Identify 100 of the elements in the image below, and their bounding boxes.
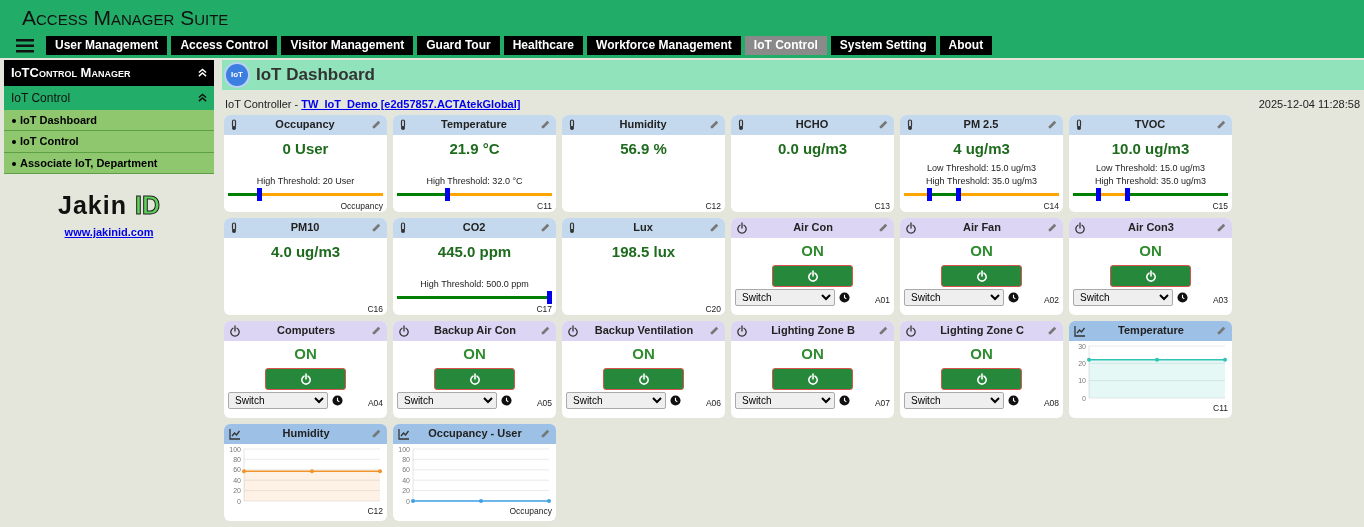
nav-tab[interactable]: About xyxy=(939,36,993,55)
edit-icon[interactable] xyxy=(1047,222,1058,233)
edit-icon[interactable] xyxy=(1047,325,1058,336)
thermometer-icon xyxy=(905,118,915,131)
card-title: PM10 xyxy=(289,220,321,236)
edit-icon[interactable] xyxy=(878,325,889,336)
power-button[interactable] xyxy=(941,265,1022,287)
card-title: HCHO xyxy=(794,117,830,133)
mode-dropdown[interactable]: Switch xyxy=(228,392,328,409)
clock-icon[interactable] xyxy=(670,395,681,406)
clock-icon[interactable] xyxy=(332,395,343,406)
power-button[interactable] xyxy=(941,368,1022,390)
threshold-slider[interactable] xyxy=(397,187,552,201)
edit-icon[interactable] xyxy=(709,119,720,130)
power-button[interactable] xyxy=(772,368,853,390)
nav-tab[interactable]: User Management xyxy=(46,36,168,55)
sidebar-item[interactable]: Associate IoT, Department xyxy=(4,152,214,174)
edit-icon[interactable] xyxy=(878,119,889,130)
switch-state: ON xyxy=(969,240,994,261)
power-icon xyxy=(299,373,312,385)
power-button[interactable] xyxy=(603,368,684,390)
threshold-slider[interactable] xyxy=(228,187,383,201)
mode-dropdown[interactable]: Switch xyxy=(1073,289,1173,306)
edit-icon[interactable] xyxy=(371,119,382,130)
switch-state: ON xyxy=(1138,240,1163,261)
threshold-text: Low Threshold: 15.0 ug/m3 xyxy=(926,161,1037,175)
controller-link[interactable]: TW_IoT_Demo [e2d57857.ACTAtekGlobal] xyxy=(301,98,521,110)
power-icon xyxy=(905,324,917,337)
edit-icon[interactable] xyxy=(1216,325,1227,336)
edit-icon[interactable] xyxy=(371,325,382,336)
slider-thumb[interactable] xyxy=(1125,187,1131,201)
sidebar-item[interactable]: IoT Control xyxy=(4,131,214,153)
edit-icon[interactable] xyxy=(709,222,720,233)
clock-icon[interactable] xyxy=(839,292,850,303)
sensor-value: 10.0 ug/m3 xyxy=(1110,138,1191,159)
edit-icon[interactable] xyxy=(878,222,889,233)
edit-icon[interactable] xyxy=(1047,119,1058,130)
slider-thumb[interactable] xyxy=(1095,187,1101,201)
sidebar-item[interactable]: IoT Dashboard xyxy=(4,109,214,131)
edit-icon[interactable] xyxy=(1216,222,1227,233)
chart-icon xyxy=(1074,324,1086,337)
clock-icon[interactable] xyxy=(501,395,512,406)
device-code: C14 xyxy=(1043,200,1059,211)
nav-tab[interactable]: System Setting xyxy=(830,36,936,55)
mode-dropdown[interactable]: Switch xyxy=(397,392,497,409)
nav-tab[interactable]: Healthcare xyxy=(503,36,584,55)
card-title: Temperature xyxy=(1117,323,1185,339)
section-header[interactable]: IoT Control xyxy=(4,85,214,110)
nav-tab[interactable]: Visitor Management xyxy=(281,36,414,55)
nav-tab[interactable]: Guard Tour xyxy=(417,36,500,55)
slider-thumb[interactable] xyxy=(926,187,932,201)
slider-thumb[interactable] xyxy=(257,187,262,201)
edit-icon[interactable] xyxy=(371,222,382,233)
switch-state: ON xyxy=(969,343,994,364)
clock-icon[interactable] xyxy=(1177,292,1188,303)
threshold-text: High Threshold: 32.0 °C xyxy=(425,174,524,188)
mode-dropdown[interactable]: Switch xyxy=(566,392,666,409)
sensor-value: 445.0 ppm xyxy=(436,241,513,262)
device-code: C16 xyxy=(367,303,383,314)
clock-icon[interactable] xyxy=(839,395,850,406)
power-button[interactable] xyxy=(434,368,515,390)
mode-dropdown[interactable]: Switch xyxy=(735,289,835,306)
card-title: Lighting Zone C xyxy=(939,323,1025,339)
edit-icon[interactable] xyxy=(371,428,382,439)
card-title: CO2 xyxy=(461,220,487,236)
threshold-slider[interactable] xyxy=(1073,187,1228,201)
mode-dropdown[interactable]: Switch xyxy=(904,392,1004,409)
clock-icon[interactable] xyxy=(1008,292,1019,303)
device-code: A03 xyxy=(1212,295,1228,306)
sensor-value: 4 ug/m3 xyxy=(952,138,1011,159)
clock-icon[interactable] xyxy=(1008,395,1019,406)
edit-icon[interactable] xyxy=(540,325,551,336)
date-time: 2025-12-04 11:28:58 xyxy=(1258,97,1360,112)
threshold-slider[interactable] xyxy=(397,290,552,304)
edit-icon[interactable] xyxy=(540,222,551,233)
mode-dropdown[interactable]: Switch xyxy=(904,289,1004,306)
thermometer-icon xyxy=(229,221,239,234)
website-link[interactable]: www.jakinid.com xyxy=(64,226,154,238)
thermometer-icon xyxy=(567,221,577,234)
slider-thumb[interactable] xyxy=(444,187,450,201)
collapse-icon[interactable] xyxy=(198,93,207,102)
nav-tab[interactable]: Access Control xyxy=(171,36,278,55)
power-button[interactable] xyxy=(1110,265,1191,287)
device-code: Occupancy xyxy=(340,200,383,211)
power-button[interactable] xyxy=(772,265,853,287)
card-title: Temperature xyxy=(440,117,508,133)
threshold-slider[interactable] xyxy=(904,187,1059,201)
edit-icon[interactable] xyxy=(1216,119,1227,130)
card-title: Backup Air Con xyxy=(432,323,518,339)
edit-icon[interactable] xyxy=(709,325,720,336)
mode-dropdown[interactable]: Switch xyxy=(735,392,835,409)
slider-thumb[interactable] xyxy=(956,187,962,201)
slider-thumb[interactable] xyxy=(547,290,552,304)
edit-icon[interactable] xyxy=(540,428,551,439)
sensor-value: 56.9 % xyxy=(619,138,668,159)
device-code: C12 xyxy=(367,505,383,516)
edit-icon[interactable] xyxy=(540,119,551,130)
menu-icon[interactable] xyxy=(16,38,34,53)
nav-tab[interactable]: Workforce Management xyxy=(587,36,741,55)
power-button[interactable] xyxy=(265,368,346,390)
